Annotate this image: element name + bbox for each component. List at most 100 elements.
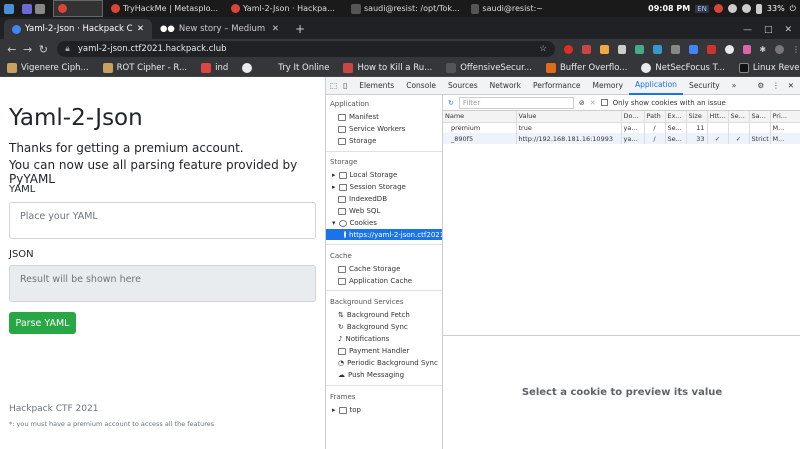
- chrome-tray-icon[interactable]: [713, 4, 723, 13]
- column-header[interactable]: Name: [443, 111, 517, 123]
- chevron-down-icon[interactable]: ▾: [332, 219, 336, 227]
- volume-icon[interactable]: [741, 4, 751, 13]
- cookie-filter-input[interactable]: Filter: [458, 96, 574, 109]
- bookmark-offensive-security[interactable]: OffensiveSecur...: [439, 62, 539, 73]
- column-header[interactable]: Se...: [728, 111, 750, 123]
- notification-icon[interactable]: [727, 4, 737, 13]
- address-bar[interactable]: 🔒︎ yaml-2-json.ctf2021.hackpack.club ☆: [57, 41, 555, 57]
- new-tab-button[interactable]: +: [287, 19, 313, 39]
- devtools-tab-performance[interactable]: Performance: [527, 77, 587, 95]
- sidebar-item-manifest[interactable]: Manifest: [338, 113, 379, 121]
- lock-icon[interactable]: 🔒︎: [65, 44, 70, 54]
- close-icon[interactable]: ✕: [137, 24, 144, 34]
- taskbar-window-tryhackme[interactable]: TryHackMe | Metasplo...: [107, 0, 227, 17]
- profile-avatar[interactable]: [775, 44, 784, 54]
- chevron-right-icon[interactable]: ▸: [332, 406, 336, 414]
- table-row[interactable]: premium true ya... / Se... 11 M...: [443, 122, 800, 133]
- refresh-icon[interactable]: ↻: [448, 99, 454, 107]
- bookmark-netsecfocus[interactable]: NetSecFocus T...: [634, 62, 732, 73]
- battery-icon[interactable]: [755, 3, 762, 14]
- column-header[interactable]: Value: [516, 111, 622, 123]
- device-toolbar-icon[interactable]: ▯: [341, 81, 353, 90]
- sidebar-item-application-cache[interactable]: Application Cache: [338, 277, 412, 285]
- table-row[interactable]: _890f5 http://192.168.181.16:10993 ya...…: [443, 133, 800, 144]
- puzzle-icon[interactable]: ✱: [759, 45, 766, 54]
- devtools-tab-network[interactable]: Network: [484, 77, 527, 95]
- sidebar-item-service-workers[interactable]: Service Workers: [338, 125, 405, 133]
- close-devtools-icon[interactable]: ✕: [788, 81, 794, 90]
- issue-filter-checkbox[interactable]: [600, 99, 608, 106]
- devtools-tab-elements[interactable]: Elements: [353, 77, 400, 95]
- sidebar-item-local-storage[interactable]: ▸ Local Storage: [332, 171, 397, 179]
- sidebar-item-notifications[interactable]: ♪ Notifications: [338, 335, 389, 343]
- bookmark-vigenere[interactable]: Vigenere Ciph...: [0, 62, 96, 73]
- power-icon[interactable]: ⏻: [790, 4, 796, 14]
- sidebar-item-cookie-origin[interactable]: https://yaml-2-json.ctf2021...: [326, 229, 442, 240]
- bookmark-linux-reverse[interactable]: Linux Reverse...: [732, 62, 800, 73]
- bookmark-star-icon[interactable]: ☆: [539, 44, 547, 54]
- bookmark-globe[interactable]: [235, 62, 259, 73]
- column-header[interactable]: Htt...: [707, 111, 729, 123]
- taskbar-app-chrome[interactable]: [53, 0, 103, 17]
- back-icon[interactable]: ←: [4, 43, 20, 56]
- taskbar-window-terminal-1[interactable]: saudi@resist: /opt/Tok...: [347, 0, 467, 17]
- devtools-tab-application[interactable]: Application: [629, 77, 683, 95]
- tab-medium[interactable]: ●● New story – Medium ✕: [152, 19, 287, 39]
- devtools-more-tabs[interactable]: »: [726, 77, 743, 95]
- devtools-tab-security[interactable]: Security: [683, 77, 726, 95]
- column-header[interactable]: Sa...: [749, 111, 771, 123]
- extension-icon[interactable]: [742, 44, 752, 54]
- bookmark-try-it-online[interactable]: Try It Online: [271, 63, 336, 73]
- extension-icon[interactable]: [581, 44, 591, 54]
- minimize-icon[interactable]: —: [743, 25, 752, 35]
- chevron-right-icon[interactable]: ▸: [332, 171, 336, 179]
- clock[interactable]: 09:08 PM: [648, 4, 690, 13]
- delete-selected-icon[interactable]: ✕: [590, 99, 596, 107]
- maximize-icon[interactable]: □: [764, 25, 773, 35]
- reload-icon[interactable]: ↻: [36, 43, 52, 56]
- extension-icon[interactable]: [688, 44, 698, 54]
- devtools-tab-sources[interactable]: Sources: [442, 77, 484, 95]
- column-header[interactable]: Ex...: [665, 111, 687, 123]
- sidebar-item-cookies[interactable]: ▾ Cookies: [332, 219, 377, 227]
- sidebar-item-payment-handler[interactable]: Payment Handler: [338, 347, 409, 355]
- language-indicator[interactable]: EN: [695, 4, 709, 13]
- devtools-tab-console[interactable]: Console: [400, 77, 442, 95]
- sidebar-item-web-sql[interactable]: Web SQL: [338, 207, 380, 215]
- sidebar-item-indexeddb[interactable]: IndexedDB: [338, 195, 387, 203]
- taskbar-window-terminal-2[interactable]: saudi@resist:~: [467, 0, 547, 17]
- json-output[interactable]: Result will be shown here: [9, 265, 316, 302]
- extension-icon[interactable]: [671, 44, 680, 54]
- close-window-icon[interactable]: ✕: [784, 25, 792, 35]
- bookmark-ind[interactable]: ind: [194, 62, 235, 73]
- bookmark-how-to-kill[interactable]: How to Kill a Ru...: [336, 62, 439, 73]
- extension-icon[interactable]: [635, 44, 645, 54]
- sidebar-item-frame-top[interactable]: ▸ top: [332, 406, 361, 414]
- clear-all-icon[interactable]: ⊘: [579, 99, 585, 107]
- parse-yaml-button[interactable]: Parse YAML: [9, 312, 76, 334]
- sidebar-item-push-messaging[interactable]: ☁ Push Messaging: [338, 371, 404, 379]
- taskbar-window-yaml[interactable]: Yaml-2-Json · Hackpa...: [227, 0, 347, 17]
- devtools-tab-memory[interactable]: Memory: [587, 77, 630, 95]
- column-header[interactable]: Size: [686, 111, 708, 123]
- sidebar-item-background-fetch[interactable]: ⇅ Background Fetch: [338, 311, 410, 319]
- menu-icon[interactable]: ⋮: [792, 45, 800, 54]
- extension-icon[interactable]: [617, 44, 627, 54]
- sidebar-item-background-sync[interactable]: ↻ Background Sync: [338, 323, 408, 331]
- extension-icon[interactable]: [653, 44, 663, 54]
- forward-icon[interactable]: →: [20, 43, 36, 56]
- yaml-input[interactable]: Place your YAML: [9, 202, 316, 239]
- extension-icon[interactable]: [724, 44, 734, 54]
- inspect-icon[interactable]: ⬚: [326, 81, 341, 90]
- extension-icon[interactable]: [599, 44, 609, 54]
- column-header[interactable]: Pri...: [770, 111, 800, 123]
- bookmark-buffer-overflow[interactable]: Buffer Overflo...: [539, 62, 634, 73]
- kebab-menu-icon[interactable]: ⋮: [772, 81, 780, 90]
- sidebar-item-storage[interactable]: Storage: [338, 137, 376, 145]
- taskbar-app-launcher[interactable]: [0, 0, 18, 17]
- settings-icon[interactable]: ⚙: [757, 81, 764, 90]
- sidebar-item-session-storage[interactable]: ▸ Session Storage: [332, 183, 406, 191]
- sidebar-item-cache-storage[interactable]: Cache Storage: [338, 265, 400, 273]
- column-header[interactable]: Do...: [621, 111, 645, 123]
- extension-icon[interactable]: [563, 44, 573, 54]
